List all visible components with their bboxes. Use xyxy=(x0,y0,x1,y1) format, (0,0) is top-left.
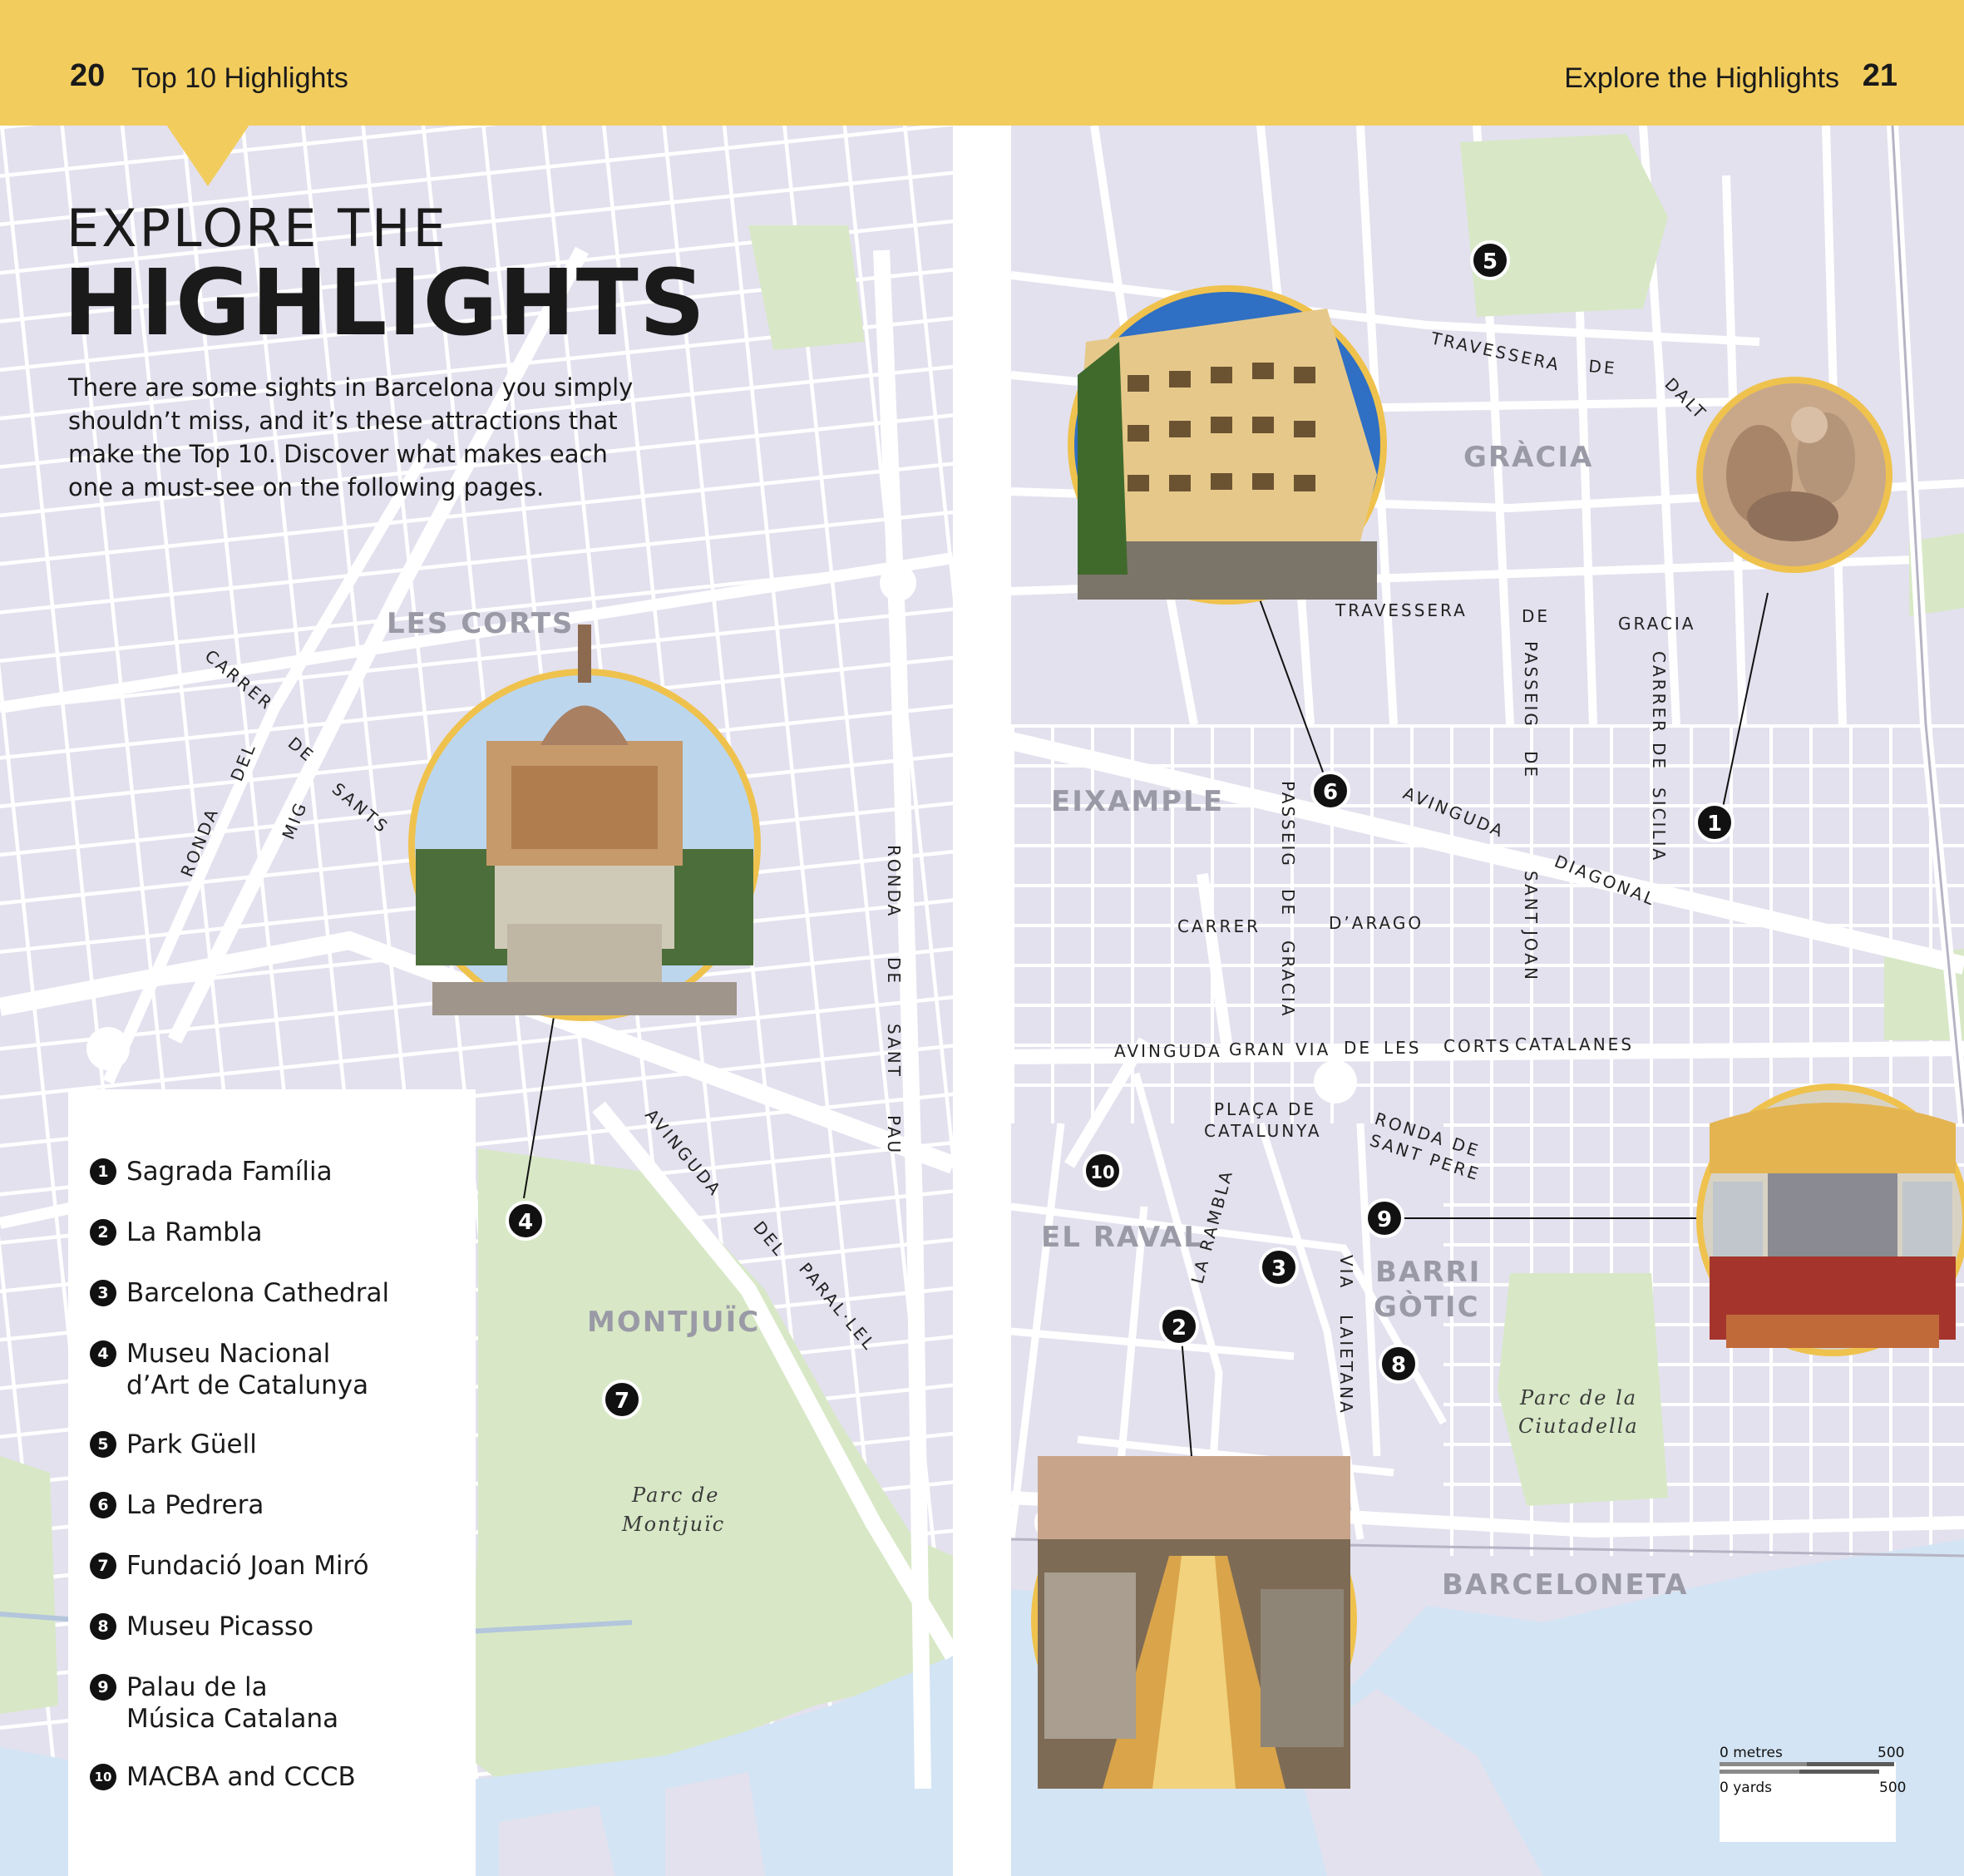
svg-text:3: 3 xyxy=(1271,1256,1286,1281)
street-carrer-sicilia: CARRER DE SICILIA xyxy=(1649,651,1669,862)
marker-4[interactable]: 4 xyxy=(506,1201,545,1241)
marker-3[interactable]: 3 xyxy=(1259,1247,1299,1287)
svg-text:SANT: SANT xyxy=(1521,871,1541,926)
list-item[interactable]: 10 MACBA and CCCB xyxy=(90,1761,459,1793)
svg-text:LAIETANA: LAIETANA xyxy=(1336,1315,1356,1415)
svg-text:RONDA: RONDA xyxy=(884,845,904,918)
list-item[interactable]: 5 Park Güell xyxy=(90,1429,459,1460)
svg-text:AVINGUDA: AVINGUDA xyxy=(1114,1041,1222,1061)
svg-text:SICILIA: SICILIA xyxy=(1649,787,1669,862)
svg-text:DE: DE xyxy=(1649,743,1669,771)
svg-text:CARRER: CARRER xyxy=(1649,651,1669,734)
svg-text:2: 2 xyxy=(1172,1316,1187,1340)
list-item[interactable]: 4 Museu Nacional d’Art de Catalunya xyxy=(90,1338,384,1401)
svg-text:TRAVESSERA: TRAVESSERA xyxy=(1335,600,1468,620)
street-via-laietana: VIA LAIETANA xyxy=(1336,1255,1356,1415)
svg-text:DE: DE xyxy=(1521,751,1541,779)
list-item[interactable]: 3 Barcelona Cathedral xyxy=(90,1277,459,1309)
list-item[interactable]: 1 Sagrada Família xyxy=(90,1156,459,1187)
left-page-number: 20 xyxy=(70,58,106,93)
list-item[interactable]: 2 La Rambla xyxy=(90,1217,459,1248)
svg-text:VIA: VIA xyxy=(1336,1255,1356,1290)
svg-text:9: 9 xyxy=(1377,1207,1392,1232)
book-spread: LES CORTS MONTJUÏC Parc de Montjuïc CARR… xyxy=(0,0,1964,1876)
svg-text:PLAÇA DE: PLAÇA DE xyxy=(1214,1099,1316,1119)
svg-text:CORTS: CORTS xyxy=(1443,1036,1512,1056)
district-montjuic: MONTJUÏC xyxy=(587,1305,760,1339)
svg-text:CATALUNYA: CATALUNYA xyxy=(1204,1121,1322,1141)
page-gutter xyxy=(953,126,1011,1876)
marker-7[interactable]: 7 xyxy=(602,1380,642,1419)
svg-text:DE: DE xyxy=(1522,606,1550,626)
svg-text:SANT: SANT xyxy=(884,1024,904,1079)
sagrada-familia-photo xyxy=(1696,377,1892,573)
svg-text:JOAN: JOAN xyxy=(1521,929,1541,982)
scale-yards-end: 500 xyxy=(1879,1780,1906,1796)
svg-text:D’ARAGO: D’ARAGO xyxy=(1329,913,1424,933)
svg-text:10: 10 xyxy=(1090,1163,1114,1182)
svg-text:DE: DE xyxy=(1588,356,1618,378)
marker-6[interactable]: 6 xyxy=(1310,771,1350,811)
list-item[interactable]: 9 Palau de la Música Catalana xyxy=(90,1671,351,1735)
svg-text:VIA: VIA xyxy=(1295,1039,1330,1059)
district-barri-gotic-2: GÒTIC xyxy=(1374,1290,1480,1324)
marker-10[interactable]: 10 xyxy=(1083,1151,1123,1191)
svg-text:CARRER: CARRER xyxy=(1177,916,1261,936)
district-eixample: EIXAMPLE xyxy=(1051,785,1224,818)
svg-text:GRACIA: GRACIA xyxy=(1618,614,1695,634)
svg-text:GRACIA: GRACIA xyxy=(1278,940,1298,1018)
svg-text:PASSEIG: PASSEIG xyxy=(1278,781,1298,868)
list-item[interactable]: 8 Museu Picasso xyxy=(90,1611,459,1642)
header-pointer xyxy=(166,125,249,186)
svg-text:DE: DE xyxy=(1278,889,1298,917)
district-les-corts: LES CORTS xyxy=(387,607,574,640)
park-label-ciutadella-1: Parc de la xyxy=(1519,1386,1637,1409)
header-bar: 20 Top 10 Highlights Explore the Highlig… xyxy=(0,0,1964,126)
marker-1[interactable]: 1 xyxy=(1695,802,1735,842)
svg-text:LES: LES xyxy=(1384,1038,1421,1058)
marker-2[interactable]: 2 xyxy=(1159,1306,1199,1346)
intro-text: There are some sights in Barcelona you s… xyxy=(68,373,634,501)
la-rambla-photo xyxy=(1031,1456,1357,1789)
marker-9[interactable]: 9 xyxy=(1364,1198,1404,1238)
park-guell-area xyxy=(1460,134,1668,317)
marker-8[interactable]: 8 xyxy=(1379,1344,1419,1384)
list-item[interactable]: 6 La Pedrera xyxy=(90,1489,459,1521)
scale-metres-end: 500 xyxy=(1878,1745,1904,1761)
svg-text:CATALANES: CATALANES xyxy=(1515,1034,1634,1054)
svg-text:PAU: PAU xyxy=(884,1115,904,1155)
map-right: GRÀCIA EIXAMPLE EL RAVAL BARRI GÒTIC BAR… xyxy=(1011,126,1964,1876)
left-section-title: Top 10 Highlights xyxy=(131,62,348,94)
svg-text:4: 4 xyxy=(518,1210,533,1235)
palau-musica-photo xyxy=(1696,1084,1964,1356)
highlights-list: 1 Sagrada Família 2 La Rambla 3 Barcelona C… xyxy=(68,1089,476,1876)
park-label-montjuic-2: Montjuïc xyxy=(621,1513,725,1536)
scale-metres-start: 0 metres xyxy=(1720,1745,1783,1761)
svg-text:DE: DE xyxy=(884,957,904,985)
district-barri-gotic-1: BARRI xyxy=(1375,1256,1481,1289)
svg-text:1: 1 xyxy=(1707,812,1722,837)
right-section-title: Explore the Highlights xyxy=(1564,62,1839,94)
la-pedrera-photo xyxy=(1068,285,1387,605)
district-el-raval: EL RAVAL xyxy=(1041,1221,1203,1254)
right-page-number: 21 xyxy=(1862,58,1897,93)
svg-text:PASSEIG: PASSEIG xyxy=(1521,641,1541,728)
svg-text:GRAN: GRAN xyxy=(1229,1039,1286,1059)
list-item[interactable]: 7 Fundació Joan Miró xyxy=(90,1550,459,1582)
svg-text:7: 7 xyxy=(614,1389,629,1414)
svg-text:5: 5 xyxy=(1483,249,1498,274)
park-label-montjuic-1: Parc de xyxy=(631,1484,720,1507)
svg-text:6: 6 xyxy=(1323,780,1338,805)
district-barceloneta: BARCELONETA xyxy=(1442,1568,1689,1602)
svg-text:DE: DE xyxy=(1344,1038,1372,1058)
marker-5[interactable]: 5 xyxy=(1470,240,1510,280)
park-label-ciutadella-2: Ciutadella xyxy=(1518,1414,1639,1438)
district-gracia: GRÀCIA xyxy=(1463,440,1593,474)
svg-text:8: 8 xyxy=(1391,1353,1406,1378)
heading-line-2: HIGHLIGHTS xyxy=(63,249,706,356)
scale-yards-start: 0 yards xyxy=(1720,1780,1772,1796)
